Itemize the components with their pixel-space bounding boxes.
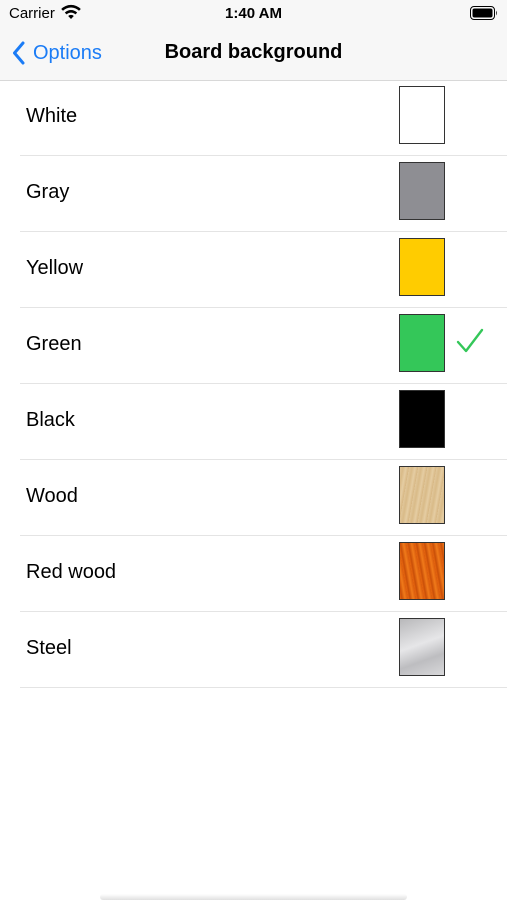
option-label: Gray <box>26 181 70 203</box>
status-bar: Carrier 1:40 AM <box>0 0 507 28</box>
option-label: Black <box>26 409 75 431</box>
option-row-wood[interactable]: Wood <box>20 460 507 536</box>
checkmark-icon <box>456 328 484 353</box>
option-label: Red wood <box>26 561 117 583</box>
option-label: Steel <box>26 637 72 659</box>
color-swatch <box>399 390 445 448</box>
clock: 1:40 AM <box>225 5 282 22</box>
color-swatch <box>399 542 445 600</box>
back-button[interactable]: Options <box>12 38 102 68</box>
color-swatch <box>399 162 445 220</box>
color-swatch <box>399 238 445 296</box>
option-row-gray[interactable]: Gray <box>20 156 507 232</box>
option-row-red-wood[interactable]: Red wood <box>20 536 507 612</box>
option-row-white[interactable]: White <box>20 80 507 156</box>
option-row-green[interactable]: Green <box>20 308 507 384</box>
home-indicator <box>100 894 407 900</box>
option-label: White <box>26 105 78 127</box>
screen: Carrier 1:40 AM Options Board background… <box>0 0 507 900</box>
color-swatch <box>399 314 445 372</box>
color-swatch <box>399 86 445 144</box>
option-row-steel[interactable]: Steel <box>20 612 507 688</box>
background-option-list: White Gray Yellow Green Black Wood Red wood Ste… <box>0 80 507 688</box>
chevron-left-icon <box>13 41 25 65</box>
back-button-label: Options <box>33 41 102 64</box>
battery-icon <box>470 6 497 20</box>
option-row-black[interactable]: Black <box>20 384 507 460</box>
option-label: Yellow <box>26 257 84 279</box>
color-swatch <box>399 466 445 524</box>
navigation-bar: Options Board background <box>0 28 507 81</box>
color-swatch <box>399 618 445 676</box>
option-label: Green <box>26 333 82 355</box>
option-label: Wood <box>26 485 78 507</box>
option-row-yellow[interactable]: Yellow <box>20 232 507 308</box>
